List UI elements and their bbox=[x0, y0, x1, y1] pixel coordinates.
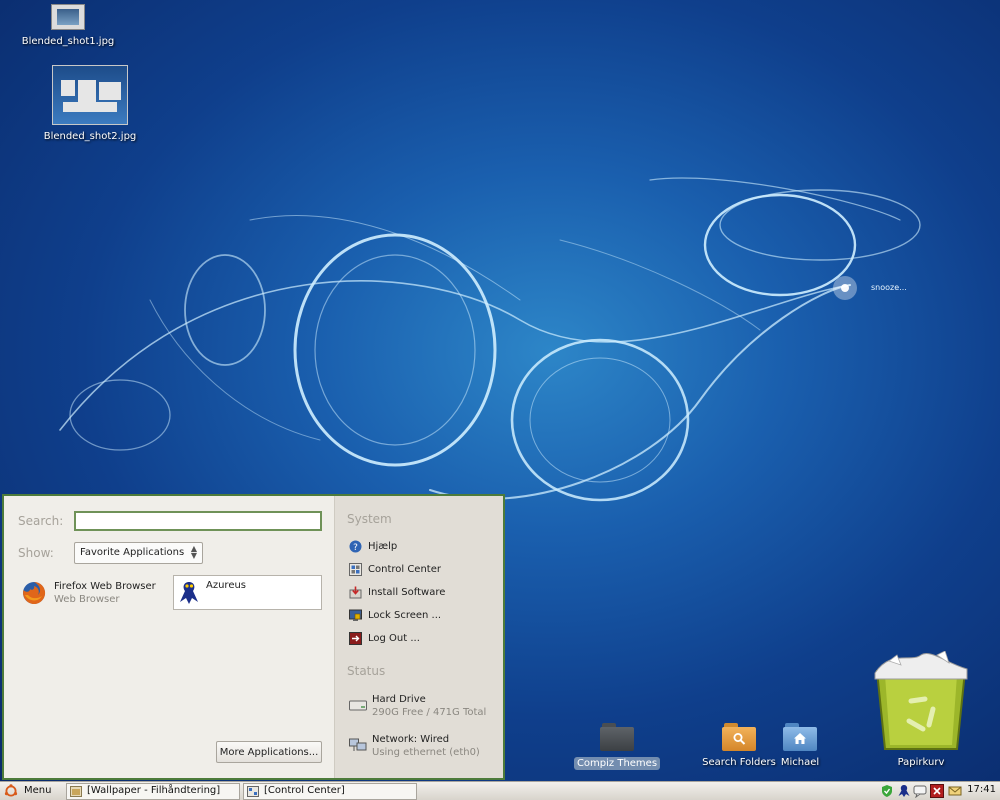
trash-full-icon bbox=[874, 651, 968, 750]
menu-system-pane: System ? Hjælp Control Center Install So… bbox=[334, 496, 503, 778]
control-center-icon bbox=[247, 786, 259, 797]
task-wallpaper-filemanager[interactable]: [Wallpaper - Filhåndtering] bbox=[66, 783, 240, 800]
taskbar: Menu [Wallpaper - Filhåndtering] [Contro… bbox=[0, 781, 1000, 800]
menu-button[interactable]: Menu bbox=[2, 783, 57, 800]
azureus-frog-icon bbox=[180, 582, 198, 604]
search-input[interactable] bbox=[74, 511, 322, 531]
app-subtitle: Web Browser bbox=[54, 594, 120, 605]
app-entry-azureus[interactable]: Azureus bbox=[173, 575, 322, 610]
ubuntu-logo-icon bbox=[4, 784, 18, 797]
folder-icon bbox=[600, 723, 634, 751]
azureus-tray-icon[interactable] bbox=[897, 784, 911, 798]
firewall-icon[interactable] bbox=[930, 784, 944, 798]
clock[interactable]: 17:41 bbox=[967, 784, 996, 795]
desktop-icon-michael[interactable]: Michael bbox=[750, 723, 850, 768]
update-shield-icon[interactable] bbox=[880, 784, 894, 798]
menu-applications-pane: Search: Show: Favorite Applications ▲ ▼ F… bbox=[4, 496, 334, 778]
desktop-icon-label: Blended_shot1.jpg bbox=[21, 36, 115, 47]
log-out-icon bbox=[349, 632, 362, 645]
control-center-icon bbox=[349, 563, 362, 576]
image-thumbnail-icon bbox=[52, 65, 128, 125]
chat-bubble-icon[interactable] bbox=[913, 784, 927, 798]
show-dropdown[interactable]: Favorite Applications ▲ ▼ bbox=[74, 542, 203, 564]
app-name: Azureus bbox=[206, 580, 247, 591]
desktop-icon-trash[interactable]: Papirkurv bbox=[871, 651, 971, 768]
system-heading: System bbox=[347, 512, 392, 526]
desktop-icon-blended-shot1[interactable]: Blended_shot1.jpg bbox=[18, 4, 118, 47]
spin-arrows-icon: ▲ ▼ bbox=[190, 544, 198, 560]
app-entry-firefox[interactable]: Firefox Web Browser Web Browser bbox=[20, 577, 170, 611]
desktop-icon-label: Michael bbox=[780, 757, 820, 768]
hard-drive-icon bbox=[349, 700, 367, 711]
firefox-icon bbox=[23, 581, 46, 604]
email-tray-icon[interactable] bbox=[948, 784, 962, 798]
svg-text:?: ? bbox=[353, 543, 358, 553]
search-label: Search: bbox=[18, 514, 64, 528]
desktop-icon-label: Papirkurv bbox=[897, 757, 945, 768]
folder-icon bbox=[70, 786, 82, 797]
show-dropdown-value: Favorite Applications bbox=[80, 547, 185, 558]
image-file-icon bbox=[51, 4, 85, 30]
network-icon bbox=[349, 738, 367, 751]
wallpaper-caption: snooze... bbox=[871, 283, 907, 292]
desktop-icon-label: Compiz Themes bbox=[573, 757, 661, 770]
more-applications-button[interactable]: More Applications... bbox=[216, 741, 322, 763]
lock-screen-icon bbox=[349, 609, 362, 621]
app-name: Firefox Web Browser bbox=[54, 581, 156, 592]
show-label: Show: bbox=[18, 546, 54, 560]
task-control-center[interactable]: [Control Center] bbox=[243, 783, 417, 800]
home-folder-icon bbox=[783, 723, 817, 751]
desktop-icon-blended-shot2[interactable]: Blended_shot2.jpg bbox=[40, 65, 140, 142]
application-menu-panel: Search: Show: Favorite Applications ▲ ▼ F… bbox=[2, 494, 505, 780]
desktop-icon-label: Blended_shot2.jpg bbox=[43, 131, 137, 142]
status-heading: Status bbox=[347, 664, 386, 678]
desktop-icon-compiz-themes[interactable]: Compiz Themes bbox=[567, 723, 667, 770]
install-software-icon bbox=[349, 586, 362, 599]
help-icon: ? bbox=[349, 540, 362, 553]
